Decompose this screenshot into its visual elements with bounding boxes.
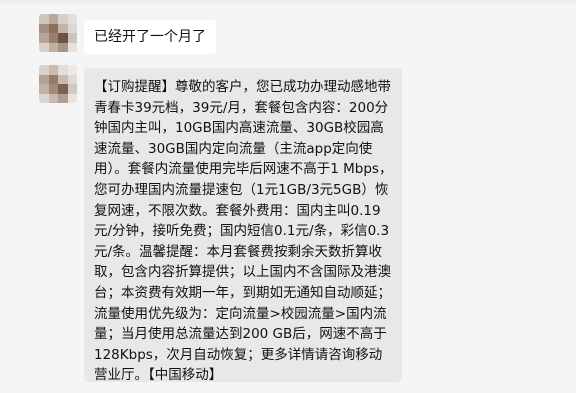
chat-window: 已经开了一个月了 【订购提醒】尊敬的客户，您已成功办理动感地带青春卡39元档，3… bbox=[0, 0, 576, 393]
message-bubble[interactable]: 已经开了一个月了 bbox=[84, 20, 216, 54]
message-text: 已经开了一个月了 bbox=[94, 29, 206, 45]
sender-avatar[interactable] bbox=[39, 65, 77, 103]
message-bubble[interactable]: 【订购提醒】尊敬的客户，您已成功办理动感地带青春卡39元档，39元/月，套餐包含… bbox=[84, 68, 402, 383]
sender-avatar[interactable] bbox=[39, 14, 77, 52]
top-edge bbox=[0, 0, 576, 4]
message-text: 【订购提醒】尊敬的客户，您已成功办理动感地带青春卡39元档，39元/月，套餐包含… bbox=[94, 79, 393, 384]
